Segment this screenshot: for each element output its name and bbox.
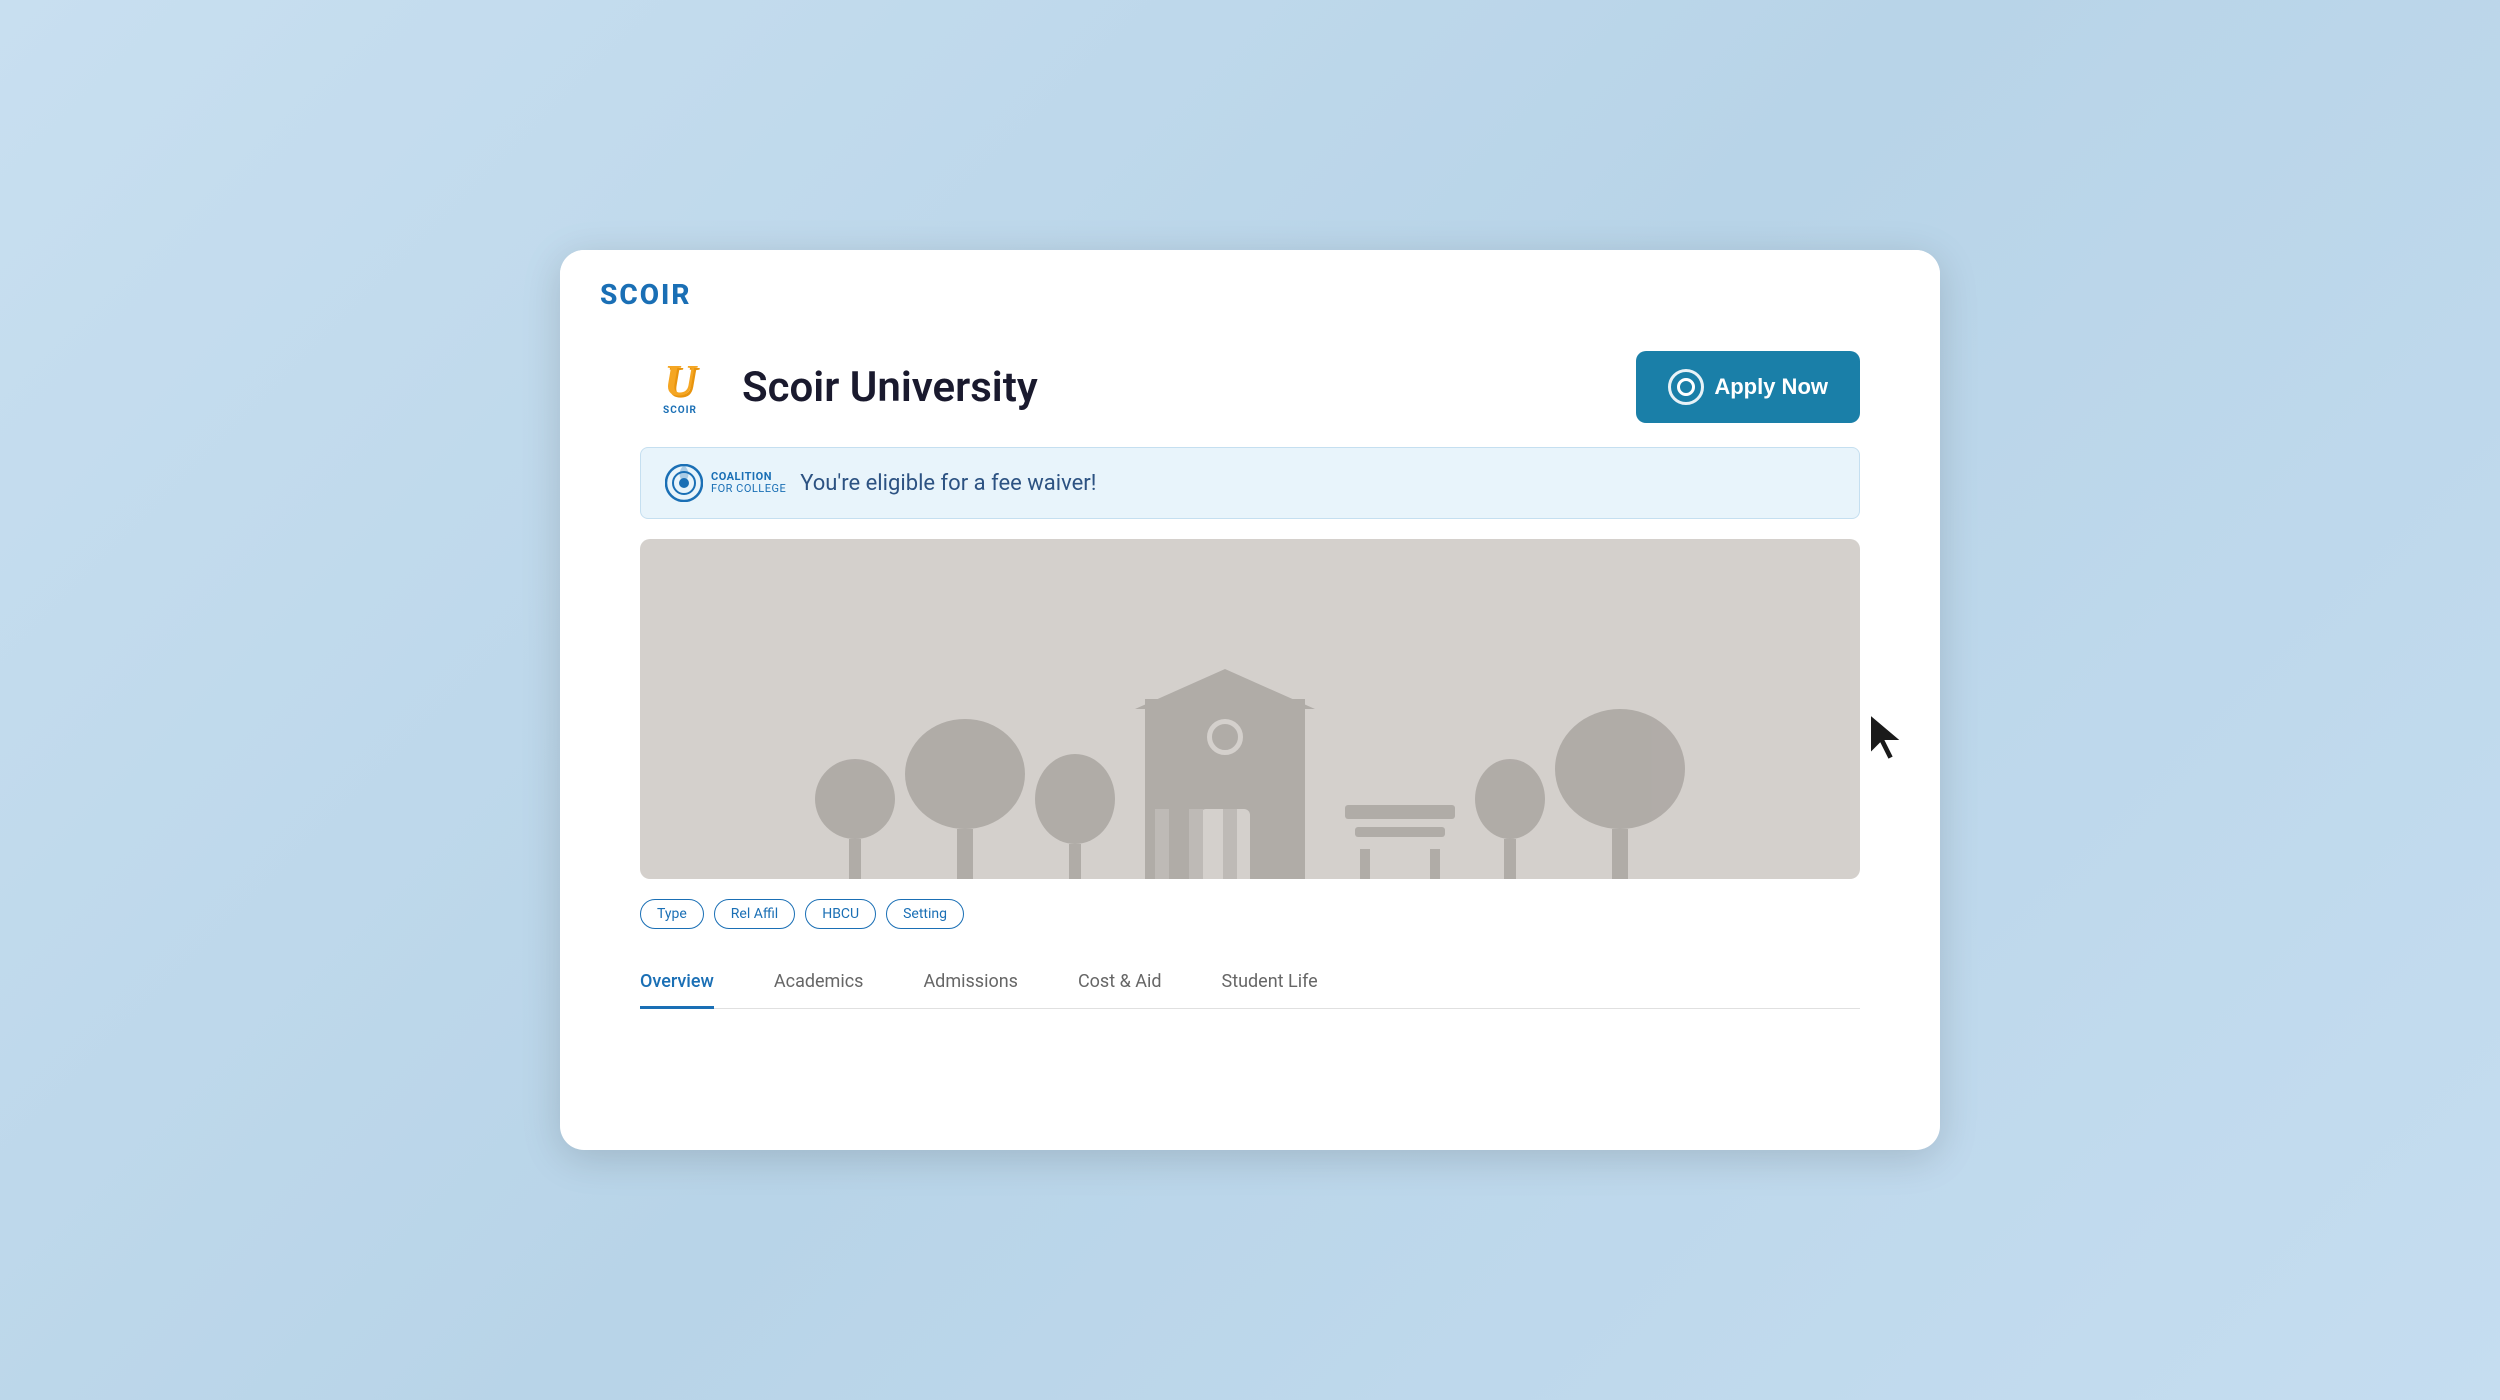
fee-waiver-banner: COALITION FOR COLLEGE You're eligible fo…: [640, 447, 1860, 519]
tree-icon-4: [1475, 759, 1545, 879]
apply-icon: [1668, 369, 1704, 405]
tag-rel-affil[interactable]: Rel Affil: [714, 899, 795, 929]
fee-waiver-message: You're eligible for a fee waiver!: [800, 471, 1096, 496]
main-window: SCOIR U SCOIR Scoir University Apply Now: [560, 250, 1940, 1150]
coalition-logo: COALITION FOR COLLEGE: [665, 464, 786, 502]
tree-icon-5: [1555, 709, 1685, 879]
scoir-logo: SCOIR: [600, 278, 691, 311]
apply-now-button[interactable]: Apply Now: [1636, 351, 1860, 423]
tab-cost-aid[interactable]: Cost & Aid: [1078, 957, 1162, 1009]
tab-academics[interactable]: Academics: [774, 957, 864, 1009]
coalition-text: COALITION FOR COLLEGE: [711, 471, 786, 495]
main-content: U SCOIR Scoir University Apply Now: [560, 327, 1940, 1009]
hero-image: [640, 539, 1860, 879]
tree-icon-3: [1035, 754, 1115, 879]
university-left: U SCOIR Scoir University: [640, 347, 1038, 427]
coalition-text-bottom: FOR COLLEGE: [711, 483, 786, 495]
top-bar: SCOIR: [560, 250, 1940, 327]
tags-row: Type Rel Affil HBCU Setting: [640, 899, 1860, 929]
bench-icon: [1345, 805, 1455, 879]
building-icon: [1145, 699, 1305, 879]
tree-icon-1: [815, 759, 895, 879]
university-logo-letter: U: [664, 359, 696, 403]
tab-student-life[interactable]: Student Life: [1222, 957, 1318, 1009]
coalition-icon: [665, 464, 703, 502]
apply-now-label: Apply Now: [1714, 374, 1828, 400]
tree-icon-2: [905, 719, 1025, 879]
university-logo: U SCOIR: [640, 347, 720, 427]
hero-illustration: [815, 699, 1685, 879]
cursor-icon: [1866, 710, 1910, 762]
tag-type[interactable]: Type: [640, 899, 704, 929]
university-logo-text: SCOIR: [663, 405, 697, 416]
nav-tabs: Overview Academics Admissions Cost & Aid…: [640, 957, 1860, 1009]
tag-setting[interactable]: Setting: [886, 899, 964, 929]
tag-hbcu[interactable]: HBCU: [805, 899, 876, 929]
university-name: Scoir University: [742, 363, 1038, 412]
tab-overview[interactable]: Overview: [640, 957, 714, 1009]
tab-admissions[interactable]: Admissions: [923, 957, 1018, 1009]
university-header: U SCOIR Scoir University Apply Now: [640, 347, 1860, 427]
